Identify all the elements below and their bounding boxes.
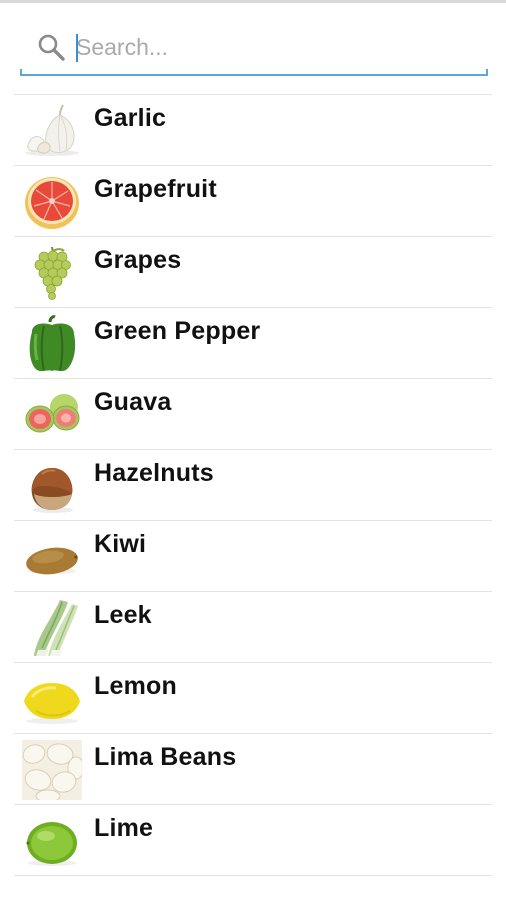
item-label: Lima Beans <box>94 743 237 771</box>
item-label: Lime <box>94 814 154 842</box>
list-item-guava[interactable]: Guava <box>14 379 492 450</box>
list-item-green-pepper[interactable]: Green Pepper <box>14 308 492 379</box>
list-item-hazelnuts[interactable]: Hazelnuts <box>14 450 492 521</box>
lime-icon <box>26 822 77 866</box>
grapefruit-icon <box>25 177 79 229</box>
list-item-lemon[interactable]: Lemon <box>14 663 492 734</box>
text-cursor <box>76 34 78 62</box>
item-label: Lemon <box>94 672 177 700</box>
item-label: Green Pepper <box>94 317 261 345</box>
list-item-lima-beans[interactable]: Lima Beans <box>14 734 492 805</box>
lemon-icon <box>24 683 80 724</box>
green-pepper-icon <box>29 315 76 372</box>
item-label: Kiwi <box>94 530 147 558</box>
list-item-grapes[interactable]: Grapes <box>14 237 492 308</box>
list-item-leek[interactable]: Leek <box>14 592 492 663</box>
garlic-icon <box>25 104 79 156</box>
produce-list: Garlic Grapefruit Grapes Green Pepper Gu… <box>14 94 492 876</box>
list-item-garlic[interactable]: Garlic <box>14 95 492 166</box>
item-label: Garlic <box>94 104 167 132</box>
lima-beans-icon <box>22 740 82 800</box>
search-underline <box>20 69 488 76</box>
search-input[interactable] <box>76 28 476 66</box>
leek-icon <box>34 600 78 656</box>
item-label: Guava <box>94 388 172 416</box>
list-item-lime[interactable]: Lime <box>14 805 492 876</box>
list-item-grapefruit[interactable]: Grapefruit <box>14 166 492 237</box>
grapes-icon <box>34 246 71 300</box>
search-icon <box>38 34 65 61</box>
item-label: Hazelnuts <box>94 459 214 487</box>
item-label: Grapes <box>94 246 182 274</box>
list-item-kiwi[interactable]: Kiwi <box>14 521 492 592</box>
item-label: Leek <box>94 601 152 629</box>
item-label: Grapefruit <box>94 175 217 203</box>
guava-icon <box>25 394 80 433</box>
hazelnut-icon <box>31 468 73 513</box>
status-bar-edge <box>0 0 506 3</box>
search-bar[interactable] <box>20 22 488 76</box>
kiwi-icon <box>26 547 78 575</box>
